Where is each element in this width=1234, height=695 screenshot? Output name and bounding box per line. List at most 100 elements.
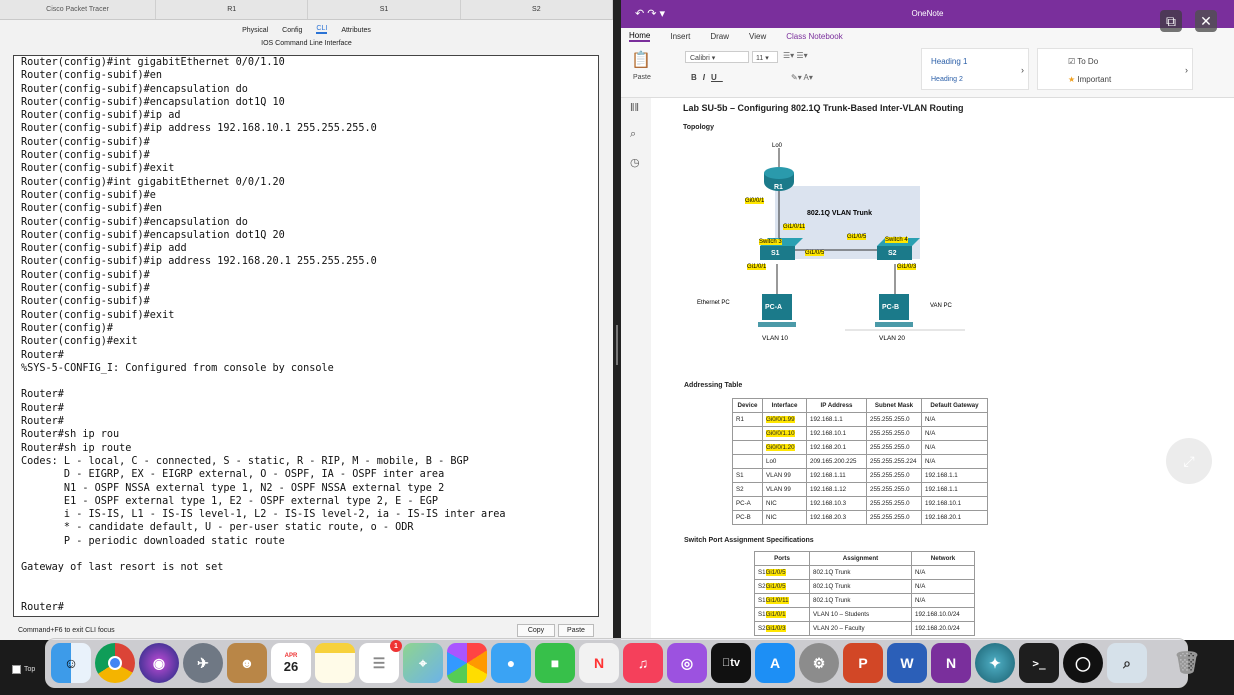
tab-home[interactable]: Home [629, 31, 651, 42]
system-preferences-icon[interactable]: ⚙ [799, 643, 839, 683]
tab-r1[interactable]: R1 [156, 0, 309, 19]
switch-name: S1 [758, 597, 766, 604]
cli-line: Router# [21, 416, 64, 428]
split-divider[interactable] [613, 0, 621, 640]
r1-label: R1 [774, 184, 783, 191]
maps-icon[interactable]: ⌖ [403, 643, 443, 683]
pc-b-keyboard [875, 322, 913, 327]
table-cell: 802.1Q Trunk [809, 565, 912, 580]
onenote-titlebar: ↶ ↷ ▾ OneNote [621, 0, 1234, 28]
list-icons[interactable]: ☰▾ ☰▾ [783, 51, 808, 60]
preview-icon[interactable]: ⌕ [1107, 643, 1147, 683]
table-cell: NIC [762, 496, 807, 511]
paste-icon[interactable]: 📋 [631, 50, 651, 70]
divider-handle[interactable] [616, 325, 618, 365]
reminders-icon[interactable]: ☰ 1 [359, 640, 402, 683]
tab-insert[interactable]: Insert [670, 32, 690, 41]
onenote-icon[interactable]: N [931, 643, 971, 683]
tab-s2[interactable]: S2 [461, 0, 613, 19]
tab-cli[interactable]: CLI [316, 25, 328, 34]
paste-label[interactable]: Paste [633, 74, 651, 81]
notebooks-icon[interactable]: ‖‖ [630, 102, 639, 114]
chevron-right-icon[interactable]: › [1185, 65, 1188, 75]
tab-attributes[interactable]: Attributes [341, 27, 371, 34]
pca-label: PC-A [765, 304, 783, 311]
powerpoint-icon[interactable]: P [843, 643, 883, 683]
finder-icon[interactable]: ☺ [51, 643, 91, 683]
trash-icon[interactable]: 🗑 [1167, 643, 1207, 683]
onenote-window: ↶ ↷ ▾ OneNote Home Insert Draw View Clas… [621, 0, 1234, 640]
table-cell: VLAN 10 – Students [809, 607, 912, 622]
port-name: Gi1/0/5 [765, 583, 786, 590]
notes-icon[interactable] [315, 643, 355, 683]
tab-config[interactable]: Config [282, 27, 302, 34]
font-select[interactable]: Calibri ▾ [685, 51, 749, 63]
styles-gallery[interactable]: Heading 1 Heading 2 › [921, 48, 1029, 90]
music-icon[interactable]: ♫ [623, 643, 663, 683]
table-row: S1Gi1/0/5 802.1Q Trunk N/A [754, 565, 975, 580]
note-page[interactable]: Lab SU-5b – Configuring 802.1Q Trunk-Bas… [665, 98, 1225, 638]
table-cell: 192.168.10.3 [806, 496, 867, 511]
gi103-label: Gi1/0/3 [897, 264, 917, 270]
style-heading-1[interactable]: Heading 1 [931, 57, 967, 66]
table-cell: N/A [911, 565, 975, 580]
news-icon[interactable]: N [579, 643, 619, 683]
terminal-icon[interactable]: >_ [1019, 643, 1059, 683]
switch-name: S1 [758, 569, 766, 576]
tab-physical[interactable]: Physical [242, 27, 268, 34]
app-store-icon[interactable]: A [755, 643, 795, 683]
top-checkbox[interactable]: Top [12, 665, 35, 674]
obs-icon[interactable]: ◯ [1063, 643, 1103, 683]
tag-important[interactable]: ★ Important [1068, 75, 1111, 84]
tab-s1[interactable]: S1 [308, 0, 461, 19]
table-cell: 192.168.1.1 [806, 412, 867, 427]
siri-icon[interactable]: ◉ [139, 643, 179, 683]
launchpad-icon[interactable]: ✈ [183, 643, 223, 683]
font-size-select[interactable]: 11 ▾ [752, 51, 778, 63]
calendar-icon[interactable]: APR 26 [271, 643, 311, 683]
word-icon[interactable]: W [887, 643, 927, 683]
table-cell: PC-A [732, 496, 763, 511]
header-cell: Network [911, 551, 975, 566]
recent-icon[interactable]: ◷ [630, 156, 640, 169]
tab-class-notebook[interactable]: Class Notebook [786, 32, 842, 41]
highlight-icons[interactable]: ✎▾ A▾ [791, 73, 813, 82]
copy-button[interactable]: Copy [517, 624, 555, 637]
facetime-icon[interactable]: ■ [535, 643, 575, 683]
style-heading-2[interactable]: Heading 2 [931, 76, 963, 83]
cli-line: Router(config-subif)#ip address 192.168.… [21, 123, 377, 135]
table-cell: 192.168.20.0/24 [911, 621, 975, 636]
font-size-value: 11 [756, 55, 764, 62]
port-name: Gi1/0/1 [765, 611, 786, 618]
tv-icon[interactable]: tv [711, 643, 751, 683]
table-cell: N/A [921, 440, 988, 455]
chrome-icon[interactable] [95, 643, 135, 683]
tags-gallery[interactable]: ☑ To Do ★ Important › [1037, 48, 1193, 90]
close-icon[interactable]: ✕ [1195, 10, 1217, 32]
tag-todo[interactable]: ☑ To Do [1068, 57, 1098, 66]
tab-view[interactable]: View [749, 32, 766, 41]
contacts-icon[interactable]: ☻ [227, 643, 267, 683]
podcasts-icon[interactable]: ◎ [667, 643, 707, 683]
photos-icon[interactable] [447, 643, 487, 683]
table-cell: 255.255.255.0 [866, 440, 922, 455]
chevron-right-icon[interactable]: › [1021, 65, 1024, 75]
tab-draw[interactable]: Draw [710, 32, 729, 41]
paste-button[interactable]: Paste [558, 624, 594, 637]
messages-icon[interactable]: ● [491, 643, 531, 683]
tab-app-title: Cisco Packet Tracer [0, 0, 156, 19]
screen-overlay-icon[interactable]: ⧉ [1160, 10, 1182, 32]
table-cell: 255.255.255.0 [866, 426, 922, 441]
expand-icon[interactable]: ⤢ [1166, 438, 1212, 484]
format-buttons[interactable]: BIU [691, 73, 723, 82]
switch-name: S2 [758, 625, 766, 632]
search-icon[interactable]: ⌕ [630, 128, 636, 141]
table-cell: 192.168.1.12 [806, 482, 867, 497]
table-cell: S2 [732, 482, 763, 497]
table-cell: N/A [911, 593, 975, 608]
table-cell: Gi0/0/1.99 [762, 412, 807, 427]
packet-tracer-icon[interactable]: ✦ [975, 643, 1015, 683]
cli-console[interactable]: Router(config)#int gigabitEthernet 0/0/1… [13, 55, 599, 617]
table-cell: N/A [921, 454, 988, 469]
navigation-pane: ‖‖ ⌕ ◷ [621, 98, 651, 640]
